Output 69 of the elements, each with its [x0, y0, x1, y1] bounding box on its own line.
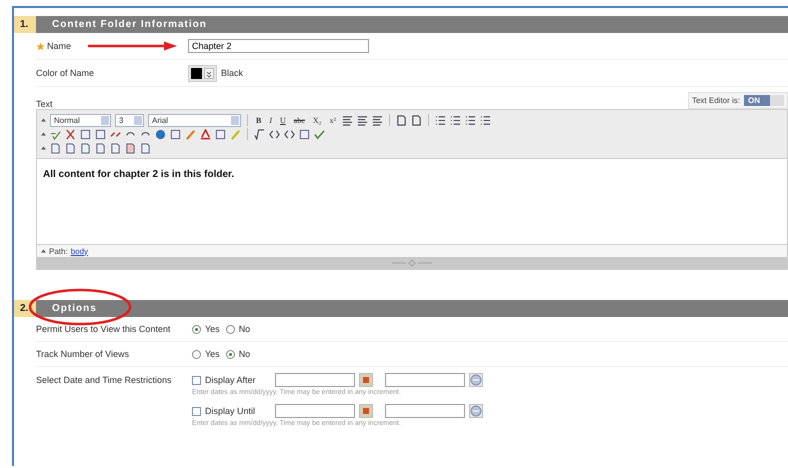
editor-toggle[interactable]: ON [744, 95, 784, 106]
time-field[interactable] [385, 373, 465, 387]
scissors-icon[interactable] [65, 128, 76, 140]
date-field[interactable] [275, 404, 355, 418]
frame-icon[interactable] [170, 128, 181, 140]
chevrons-icon[interactable] [284, 128, 295, 140]
color-picker[interactable] [188, 64, 217, 82]
font-dropdown[interactable]: Arial [148, 114, 241, 126]
square-root-icon[interactable] [254, 128, 265, 140]
code-icon[interactable] [269, 128, 280, 140]
radio-button[interactable] [192, 350, 201, 358]
page-icon[interactable] [396, 114, 407, 126]
format-button[interactable]: B [254, 116, 264, 124]
option-label: Select Date and Time Restrictions [36, 375, 172, 385]
spellcheck-icon[interactable] [50, 128, 61, 140]
date-field[interactable] [275, 373, 355, 387]
color-name: Black [221, 68, 244, 78]
page-icon[interactable] [410, 114, 422, 126]
field-label: Name [47, 41, 72, 51]
check-icon[interactable] [314, 128, 325, 140]
align-center-icon[interactable] [356, 114, 368, 126]
radio-label: No [238, 349, 250, 359]
format-button[interactable]: X₂ [310, 116, 324, 124]
font-color-icon[interactable] [200, 128, 211, 140]
checkbox[interactable] [192, 376, 201, 384]
toggle-label: Text Editor is: [692, 96, 740, 105]
time-field[interactable] [385, 404, 465, 418]
format-button[interactable]: U [278, 116, 288, 124]
page-icon[interactable] [110, 142, 121, 154]
radio-label: Yes [205, 349, 220, 359]
collapse-icon[interactable] [41, 146, 46, 150]
align-right-icon[interactable] [372, 114, 383, 126]
radio-button[interactable] [226, 324, 235, 334]
section-title: Options [52, 303, 97, 314]
font-size-dropdown[interactable]: 3 [115, 114, 144, 126]
option-label: Permit Users to View this Content [36, 324, 170, 334]
format-button[interactable]: I [267, 116, 274, 124]
checkbox-label: Display Until [205, 406, 256, 416]
collapse-icon[interactable] [41, 118, 46, 122]
format-button[interactable]: x² [327, 116, 338, 124]
section-number: 1. [14, 16, 36, 33]
checkbox-label: Display After [205, 375, 257, 385]
frame-icon[interactable] [299, 128, 310, 140]
format-button[interactable]: abc [292, 116, 307, 124]
section-title: Content Folder Information [52, 19, 207, 30]
radio-button[interactable] [192, 324, 201, 334]
path-label: Path: [49, 246, 68, 256]
page-icon[interactable] [95, 142, 106, 154]
collapse-icon[interactable] [41, 249, 46, 253]
globe-icon[interactable] [155, 128, 166, 140]
path-link[interactable]: body [70, 246, 88, 256]
page-icon[interactable] [125, 142, 136, 154]
radio-button[interactable] [226, 350, 235, 358]
chevron-icon[interactable] [204, 68, 214, 78]
page-icon[interactable] [50, 142, 61, 154]
resize-grip-icon[interactable] [392, 259, 432, 267]
name-field[interactable]: Chapter 2 [188, 39, 369, 53]
collapse-icon[interactable] [41, 132, 46, 136]
field-label: Text [36, 99, 53, 109]
field-label: Color of Name [36, 68, 94, 78]
editor-text: All content for chapter 2 is in this folder. [43, 169, 234, 180]
bulleted-list-icon[interactable] [450, 114, 461, 126]
radio-label: No [238, 324, 250, 334]
checkbox[interactable] [192, 406, 201, 416]
align-left-icon[interactable] [342, 114, 353, 126]
page-icon[interactable] [80, 142, 91, 154]
paragraph-dropdown[interactable]: Normal [50, 114, 111, 126]
radio-label: Yes [205, 324, 220, 334]
option-label: Track Number of Views [36, 349, 130, 359]
